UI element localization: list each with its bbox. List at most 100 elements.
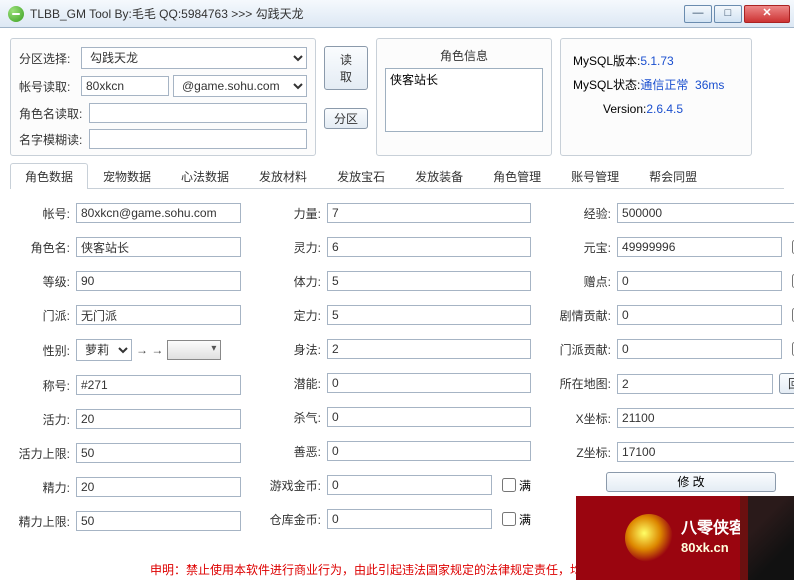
bank-full-chk[interactable]: 满: [502, 511, 531, 528]
title-field[interactable]: [76, 375, 241, 395]
charname-lbl: 角色名:: [14, 239, 70, 256]
spi-field[interactable]: [327, 237, 531, 257]
char-info-header: 角色信息: [385, 47, 543, 64]
version-label: Version:: [603, 102, 646, 116]
story-lbl: 剧情贡献:: [555, 307, 611, 324]
sex-lbl: 性别:: [14, 342, 70, 359]
level-lbl: 等级:: [14, 273, 70, 290]
yuanbao-field[interactable]: [617, 237, 782, 257]
agi-field[interactable]: [327, 339, 531, 359]
str-lbl: 力量:: [265, 205, 321, 222]
vigor-max-lbl: 活力上限:: [14, 445, 70, 462]
mid-buttons: 读取 分区: [324, 38, 368, 156]
str-field[interactable]: [327, 203, 531, 223]
wil-lbl: 定力:: [265, 307, 321, 324]
version-value: 2.6.4.5: [646, 102, 683, 116]
brand-banner: 八零侠客 80xk.cn: [576, 496, 794, 580]
account-input[interactable]: [81, 76, 169, 96]
mysql-ping: 36ms: [695, 78, 724, 92]
tab-char-manage[interactable]: 角色管理: [478, 163, 556, 189]
wil-field[interactable]: [327, 305, 531, 325]
tab-char-data[interactable]: 角色数据: [10, 163, 88, 189]
sex-select[interactable]: 萝莉: [76, 339, 132, 361]
exp-field[interactable]: [617, 203, 794, 223]
query-panel: 分区选择: 勾践天龙 帐号读取: @game.sohu.com 角色名读取: 名…: [10, 38, 316, 156]
energy-max-field[interactable]: [76, 511, 241, 531]
agi-lbl: 身法:: [265, 341, 321, 358]
account-field[interactable]: [76, 203, 241, 223]
mysql-ver-label: MySQL版本:: [573, 54, 640, 68]
gold-lbl: 游戏金币:: [265, 477, 321, 494]
kill-lbl: 杀气:: [265, 409, 321, 426]
close-button[interactable]: ✕: [744, 5, 790, 23]
yuanbao-lbl: 元宝:: [555, 239, 611, 256]
tab-xinfa-data[interactable]: 心法数据: [166, 163, 244, 189]
mysql-state: 通信正常: [640, 78, 688, 92]
energy-field[interactable]: [76, 477, 241, 497]
pot-field[interactable]: [327, 373, 531, 393]
back-city-button[interactable]: 回城: [779, 373, 794, 394]
align-field[interactable]: [327, 441, 531, 461]
read-button[interactable]: 读取: [324, 46, 368, 90]
tab-grant-equip[interactable]: 发放装备: [400, 163, 478, 189]
fuzzy-input[interactable]: [89, 129, 307, 149]
vigor-field[interactable]: [76, 409, 241, 429]
figure-silhouette: [740, 496, 794, 580]
zone-label: 分区选择:: [19, 50, 77, 67]
account-domain-select[interactable]: @game.sohu.com: [173, 75, 307, 97]
zone-select[interactable]: 勾践天龙: [81, 47, 307, 69]
exp-lbl: 经验:: [555, 205, 611, 222]
arrow-icon: → →: [136, 343, 163, 357]
gold-field[interactable]: [327, 475, 492, 495]
status-panel: MySQL版本:5.1.73 MySQL状态:通信正常 36ms Version…: [560, 38, 752, 156]
level-field[interactable]: [76, 271, 241, 291]
faction-ctr-field[interactable]: [617, 339, 782, 359]
titlebar: TLBB_GM Tool By:毛毛 QQ:5984763 >>> 勾践天龙 —…: [0, 0, 794, 28]
mysql-ver: 5.1.73: [640, 54, 673, 68]
window-buttons: — □ ✕: [682, 5, 790, 23]
account-lbl: 帐号:: [14, 205, 70, 222]
map-field[interactable]: [617, 374, 773, 394]
gift-lbl: 赠点:: [555, 273, 611, 290]
modify-button[interactable]: 修 改: [606, 472, 776, 492]
list-item[interactable]: 侠客站长: [390, 71, 538, 88]
maximize-button[interactable]: □: [714, 5, 742, 23]
faction-field[interactable]: [76, 305, 241, 325]
minimize-button[interactable]: —: [684, 5, 712, 23]
tab-grant-gem[interactable]: 发放宝石: [322, 163, 400, 189]
window-title: TLBB_GM Tool By:毛毛 QQ:5984763 >>> 勾践天龙: [30, 5, 304, 22]
charname-field[interactable]: [76, 237, 241, 257]
spi-lbl: 灵力:: [265, 239, 321, 256]
vigor-lbl: 活力:: [14, 411, 70, 428]
energy-lbl: 精力:: [14, 479, 70, 496]
bank-field[interactable]: [327, 509, 492, 529]
gold-full-chk[interactable]: 满: [502, 477, 531, 494]
con-field[interactable]: [327, 271, 531, 291]
energy-max-lbl: 精力上限:: [14, 513, 70, 530]
story-field[interactable]: [617, 305, 782, 325]
vigor-max-field[interactable]: [76, 443, 241, 463]
title-lbl: 称号:: [14, 377, 70, 394]
kill-field[interactable]: [327, 407, 531, 427]
char-info-list[interactable]: 侠客站长: [385, 68, 543, 132]
tab-grant-material[interactable]: 发放材料: [244, 163, 322, 189]
bank-lbl: 仓库金币:: [265, 511, 321, 528]
brand-url: 80xk.cn: [681, 540, 745, 557]
z-field[interactable]: [617, 442, 794, 462]
faction-lbl: 门派:: [14, 307, 70, 324]
char-form: 帐号: 角色名: 等级: 门派: 性别: 萝莉 → → 称号: 活力: 活力上限…: [10, 197, 784, 545]
tab-pet-data[interactable]: 宠物数据: [88, 163, 166, 189]
char-info-panel: 角色信息 侠客站长: [376, 38, 552, 156]
charname-input[interactable]: [89, 103, 307, 123]
faction-ctr-lbl: 门派贡献:: [555, 341, 611, 358]
tab-guild-alliance[interactable]: 帮会同盟: [634, 163, 712, 189]
zone-button[interactable]: 分区: [324, 108, 368, 129]
charname-label: 角色名读取:: [19, 105, 85, 122]
con-lbl: 体力:: [265, 273, 321, 290]
app-icon: [8, 6, 24, 22]
x-field[interactable]: [617, 408, 794, 428]
tab-acct-manage[interactable]: 账号管理: [556, 163, 634, 189]
gift-field[interactable]: [617, 271, 782, 291]
color-picker[interactable]: [167, 340, 221, 360]
account-label: 帐号读取:: [19, 78, 77, 95]
